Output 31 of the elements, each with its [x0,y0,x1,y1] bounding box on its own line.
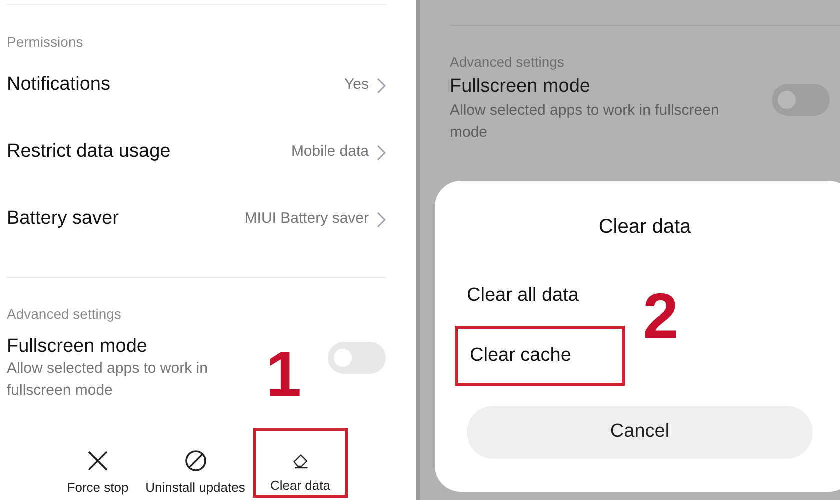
dialog-option[interactable]: Clear all data [455,266,625,326]
settings-row[interactable]: Notifications Yes [0,52,416,119]
close-icon [87,450,109,472]
section-heading: Permissions [7,33,84,52]
chevron-right-icon [377,78,386,94]
row-value: Mobile data [291,142,369,162]
action-button[interactable]: Clear data [253,428,348,498]
chevron-right-icon [377,144,386,160]
toggle-switch[interactable] [772,84,830,116]
section-heading: Advanced settings [450,53,566,72]
row-label: Notifications [7,73,110,98]
settings-row[interactable]: Restrict data usage Mobile data [0,119,416,186]
row-value: Yes [344,75,369,96]
settings-row[interactable]: Battery saver MIUI Battery saver [0,186,416,253]
row-label: Restrict data usage [7,140,171,164]
setting-title: Fullscreen mode [7,336,148,358]
step-number: 1 [266,342,302,406]
setting-description: Allow selected apps to work in fullscreen mode [7,359,209,401]
section-heading: Advanced settings [7,305,122,324]
step-number: 2 [643,284,679,348]
dialog-option[interactable]: Clear cache [455,326,625,386]
row-label: Battery saver [7,207,119,232]
dialog-title: Clear data [598,215,692,240]
cancel-button[interactable]: Cancel [467,406,813,459]
prohibited-icon [184,450,206,472]
setting-title: Fullscreen mode [450,75,592,99]
action-button[interactable]: Force stop [58,428,138,498]
setting-description: Allow selected apps to work in fullscreen mode [450,101,720,143]
chevron-right-icon [377,212,386,228]
row-value: MIUI Battery saver [244,209,369,230]
action-button[interactable]: Uninstall updates [138,428,253,498]
